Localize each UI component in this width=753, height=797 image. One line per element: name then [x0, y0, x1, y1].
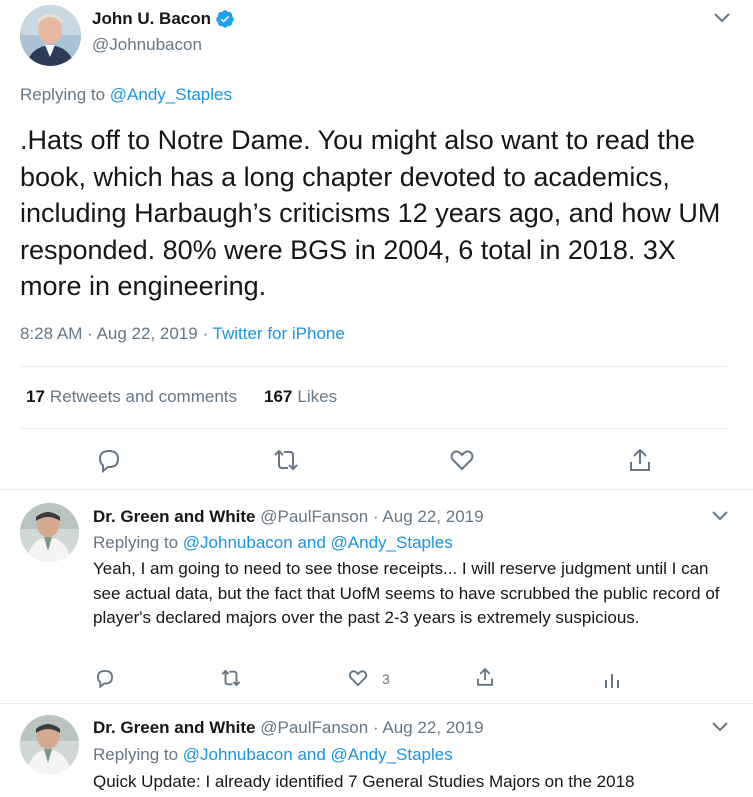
avatar-image [20, 5, 81, 66]
divider [20, 428, 727, 429]
replying-prefix: Replying to [93, 745, 179, 764]
divider [0, 703, 753, 704]
reply-icon[interactable] [94, 667, 116, 689]
like-icon[interactable] [448, 446, 476, 474]
tweet-text: Quick Update: I already identified 7 Gen… [93, 772, 635, 791]
replying-to-link[interactable]: @Andy_Staples [331, 533, 453, 552]
retweets-label: Retweets and comments [49, 387, 238, 406]
reply-icon[interactable] [95, 446, 123, 474]
like-icon[interactable] [347, 667, 369, 689]
reply-header: Dr. Green and White @PaulFanson · Aug 22… [93, 718, 484, 737]
chevron-down-icon[interactable] [712, 11, 732, 25]
tweet-time[interactable]: 8:28 AM [20, 324, 82, 343]
divider [20, 366, 727, 367]
author-handle[interactable]: @Johnubacon [92, 35, 202, 55]
replying-and: and [297, 745, 326, 764]
replying-to-link[interactable]: @Johnubacon [183, 745, 293, 764]
replying-to: Replying to @Johnubacon and @Andy_Staple… [93, 533, 453, 553]
retweets-count: 17 [26, 387, 45, 406]
author-name[interactable]: Dr. Green and White [93, 718, 255, 737]
replying-prefix: Replying to [93, 533, 179, 552]
avatar[interactable] [20, 5, 81, 66]
likes-count: 167 [264, 387, 293, 406]
tweet-text: .Hats off to Notre Dame. You might also … [20, 125, 721, 301]
avatar-image [20, 503, 79, 562]
avatar[interactable] [20, 715, 79, 774]
replying-and: and [297, 533, 326, 552]
retweet-icon[interactable] [272, 446, 300, 474]
like-count: 3 [382, 671, 390, 687]
tweet-stats: 17 Retweets and comments 167 Likes [26, 387, 337, 407]
reply-header: Dr. Green and White @PaulFanson · Aug 22… [93, 507, 484, 526]
divider [0, 489, 753, 490]
author-row: John U. Bacon [92, 9, 235, 29]
tweet-date[interactable]: Aug 22, 2019 [382, 718, 483, 737]
author-handle[interactable]: @PaulFanson [260, 507, 368, 526]
share-icon[interactable] [626, 446, 654, 474]
likes-label: Likes [297, 387, 338, 406]
author-name[interactable]: John U. Bacon [92, 9, 211, 29]
replying-to-link[interactable]: @Johnubacon [183, 533, 293, 552]
tweet-source[interactable]: Twitter for iPhone [213, 324, 345, 343]
replying-to: Replying to @Johnubacon and @Andy_Staple… [93, 745, 453, 765]
retweets-stat[interactable]: 17 Retweets and comments [26, 387, 237, 407]
tweet-text: Yeah, I am going to need to see those re… [93, 559, 720, 627]
avatar-image [20, 715, 79, 774]
replying-to-link[interactable]: @Andy_Staples [331, 745, 453, 764]
main-tweet: John U. Bacon @Johnubacon Replying to @A… [0, 0, 753, 489]
tweet-date[interactable]: Aug 22, 2019 [97, 324, 198, 343]
chevron-down-icon[interactable] [710, 720, 730, 734]
author-name[interactable]: Dr. Green and White [93, 507, 255, 526]
verified-badge-icon [215, 9, 235, 29]
replying-prefix: Replying to [20, 85, 106, 104]
tweet-date[interactable]: Aug 22, 2019 [382, 507, 483, 526]
replying-to: Replying to @Andy_Staples [20, 85, 232, 105]
share-icon[interactable] [474, 666, 496, 688]
author-handle[interactable]: @PaulFanson [260, 718, 368, 737]
replying-to-link[interactable]: @Andy_Staples [110, 85, 232, 104]
likes-stat[interactable]: 167 Likes [264, 387, 337, 407]
chevron-down-icon[interactable] [710, 509, 730, 523]
avatar[interactable] [20, 503, 79, 562]
analytics-icon[interactable] [601, 668, 623, 690]
tweet-meta: 8:28 AM · Aug 22, 2019 · Twitter for iPh… [20, 324, 345, 343]
retweet-icon[interactable] [220, 667, 242, 689]
